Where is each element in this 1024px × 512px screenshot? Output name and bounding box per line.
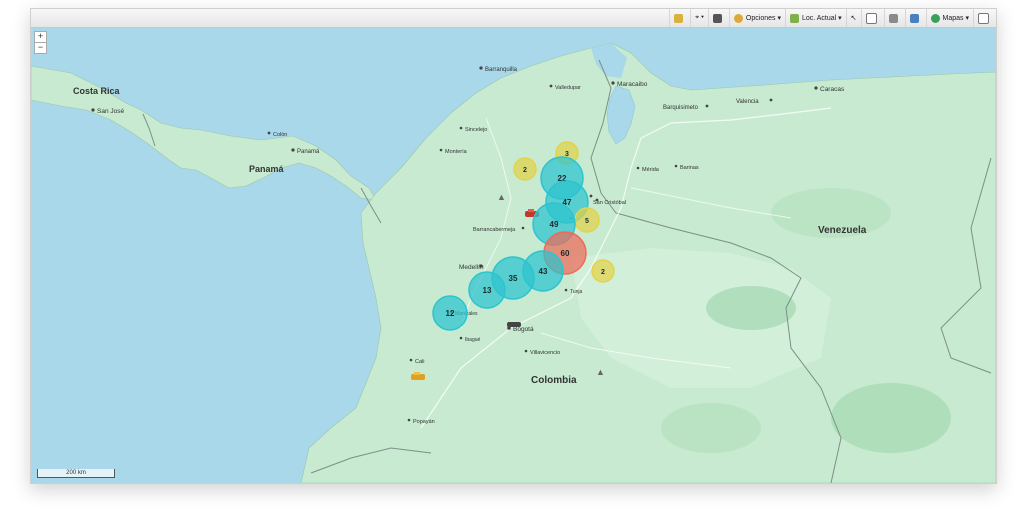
svg-text:Barrancabermeja: Barrancabermeja <box>473 227 516 233</box>
city-cucuta <box>589 194 593 198</box>
svg-text:Colón: Colón <box>273 132 287 138</box>
current-location-label: Loc. Actual ▾ <box>801 15 842 22</box>
current-location-menu[interactable]: Loc. Actual ▾ <box>784 9 846 27</box>
cluster-marker[interactable]: 5 <box>574 207 600 233</box>
cluster-marker[interactable]: 2 <box>513 157 537 181</box>
map-toolbar: ⌖ ▾ Opciones ▾ Loc. Actual ▾ ↖ Mapas ▾ <box>31 9 996 28</box>
location-icon <box>789 13 799 23</box>
panel-icon <box>865 12 877 24</box>
maps-menu[interactable]: Mapas ▾ <box>925 9 973 27</box>
label-venezuela: Venezuela <box>818 225 867 236</box>
city-maracaibo: Maracaibo <box>611 81 648 88</box>
map-svg: Costa Rica Panamá Colombia Venezuela San… <box>31 28 996 483</box>
vehicle-marker[interactable] <box>507 322 521 327</box>
svg-text:Tunja: Tunja <box>570 289 583 295</box>
cluster-count: 43 <box>539 267 548 276</box>
svg-text:Caracas: Caracas <box>820 86 845 93</box>
user-icon <box>674 13 684 23</box>
svg-text:Barranquilla: Barranquilla <box>485 67 518 73</box>
label-panama: Panamá <box>249 164 285 174</box>
svg-text:Ibagué: Ibagué <box>465 337 481 343</box>
svg-text:San Cristóbal: San Cristóbal <box>593 200 626 206</box>
city-barranquilla: Barranquilla <box>479 66 518 73</box>
cluster-count: 13 <box>483 286 492 295</box>
cluster-marker[interactable]: 13 <box>468 271 506 309</box>
cluster-count: 5 <box>585 218 589 225</box>
svg-text:Montería: Montería <box>445 149 468 155</box>
phone-button[interactable] <box>904 9 926 27</box>
pointer-icon: ↖ <box>850 15 857 22</box>
svg-text:Medellín: Medellín <box>459 264 484 271</box>
panel-button[interactable] <box>860 9 884 27</box>
options-menu[interactable]: Opciones ▾ <box>728 9 785 27</box>
park-area <box>706 286 796 330</box>
svg-text:Bogotá: Bogotá <box>513 326 534 333</box>
cluster-marker[interactable]: 2 <box>591 259 615 283</box>
svg-text:Popayán: Popayán <box>413 419 435 425</box>
svg-text:Sincelejo: Sincelejo <box>465 127 487 133</box>
city-medellin: Medellín <box>459 264 484 271</box>
map-window: ⌖ ▾ Opciones ▾ Loc. Actual ▾ ↖ Mapas ▾ C… <box>30 8 997 484</box>
park-area <box>831 383 951 453</box>
zoom-out-button[interactable]: − <box>34 42 47 54</box>
gear-icon <box>733 13 743 23</box>
mountain-icon: ▲ <box>596 367 605 377</box>
svg-text:Barquisimeto: Barquisimeto <box>663 105 699 111</box>
cluster-count: 2 <box>523 167 527 174</box>
fullscreen-button[interactable] <box>973 9 996 27</box>
cluster-count: 2 <box>601 269 605 276</box>
maps-label: Mapas ▾ <box>942 15 969 22</box>
svg-text:Villavicencio: Villavicencio <box>530 350 560 356</box>
svg-text:San José: San José <box>97 108 124 115</box>
crosshair-button[interactable]: ⌖ ▾ <box>690 9 708 27</box>
city-san-cristobal: San Cristóbal <box>593 198 626 206</box>
car-icon <box>712 13 722 23</box>
cluster-count: 12 <box>446 309 455 318</box>
city-valledupar: Valledupar <box>549 84 581 91</box>
globe-icon <box>930 13 940 23</box>
grid-icon <box>888 13 898 23</box>
car-button[interactable] <box>707 9 729 27</box>
cluster-marker[interactable]: 12 <box>432 295 468 331</box>
mountain-icon: ▲ <box>497 192 506 202</box>
label-colombia: Colombia <box>531 375 577 386</box>
cluster-count: 49 <box>550 220 559 229</box>
svg-text:Valencia: Valencia <box>736 99 759 105</box>
pointer-button[interactable]: ↖ <box>845 9 861 27</box>
crosshair-icon: ⌖ ▾ <box>695 14 704 21</box>
options-label: Opciones ▾ <box>745 15 781 22</box>
svg-text:Mérida: Mérida <box>642 167 660 173</box>
svg-text:Cali: Cali <box>415 359 424 365</box>
map-canvas[interactable]: Costa Rica Panamá Colombia Venezuela San… <box>31 28 996 483</box>
cluster-count: 60 <box>561 249 570 258</box>
cluster-count: 35 <box>509 274 518 283</box>
grid-button[interactable] <box>883 9 905 27</box>
svg-text:Valledupar: Valledupar <box>555 85 581 91</box>
city-san-jose: San José <box>91 108 124 115</box>
label-costa-rica: Costa Rica <box>73 86 121 96</box>
svg-text:Panamá: Panamá <box>297 149 320 155</box>
svg-text:Maracaibo: Maracaibo <box>617 81 648 88</box>
svg-text:Barinas: Barinas <box>680 165 699 171</box>
user-button[interactable] <box>669 9 690 27</box>
park-area <box>661 403 761 453</box>
phone-icon <box>909 13 919 23</box>
city-villavicencio: Villavicencio <box>524 349 560 356</box>
scale-bar: 200 km <box>37 469 115 478</box>
fullscreen-icon <box>978 12 989 24</box>
